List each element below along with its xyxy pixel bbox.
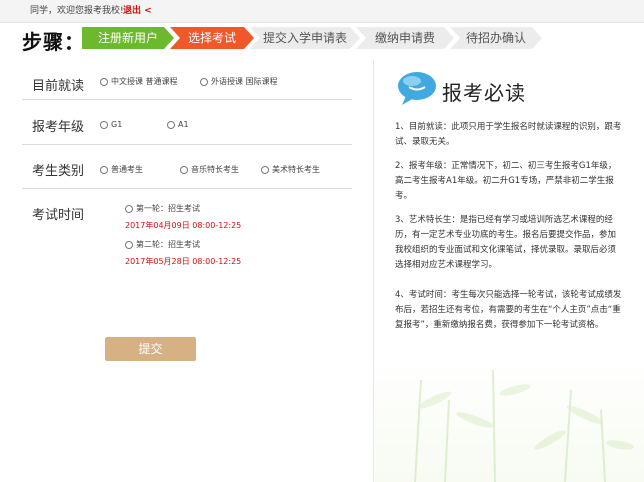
notice-panel: 报考必读 1、目前就读：此项只用于学生报名时就读课程的识别，跟考试、录取无关。 … — [375, 60, 644, 482]
category-label: 考生类别 — [32, 164, 85, 179]
radio-icon[interactable] — [180, 165, 188, 174]
course-option-foreign[interactable]: 外语授课 国际课程 — [200, 76, 278, 87]
radio-icon[interactable] — [100, 77, 108, 86]
speech-bubble-icon — [398, 72, 436, 105]
notice-item-3: 3、艺术特长生：是指已经有学习或培训所选艺术课程的经历，有一定艺术专业功底的考生… — [395, 215, 617, 270]
category-option-music[interactable]: 音乐特长考生 — [180, 164, 239, 175]
grade-option-g1[interactable]: G1 — [100, 120, 122, 129]
exam-time-label: 考试时间 — [32, 208, 85, 223]
submit-button[interactable]: 提交 — [105, 337, 196, 361]
steps-title: 步骤： — [22, 30, 85, 54]
radio-icon[interactable] — [167, 120, 175, 129]
exam-round-1-time: 2017年04月09日 08:00-12:25 — [125, 221, 242, 230]
radio-icon[interactable] — [125, 204, 133, 213]
divider — [22, 99, 352, 100]
exam-form: 目前就读 中文授课 普通课程 外语授课 国际课程 报考年级 G1 A1 考生类别… — [0, 56, 372, 482]
exam-round-1-option[interactable]: 第一轮：招生考试 — [125, 203, 200, 214]
notice-item-1: 1、目前就读：此项只用于学生报名时就读课程的识别，跟考试、录取无关。 — [395, 122, 622, 147]
grade-label: 报考年级 — [32, 120, 85, 135]
category-option-art[interactable]: 美术特长考生 — [261, 164, 320, 175]
divider — [22, 144, 352, 145]
radio-icon[interactable] — [100, 165, 108, 174]
course-option-chinese[interactable]: 中文授课 普通课程 — [100, 76, 178, 87]
notice-item-4: 4、考试时间：考生每次只能选择一轮考试，该轮考试成绩发布后，若招生还有考位，有需… — [395, 290, 622, 330]
radio-icon[interactable] — [261, 165, 269, 174]
exam-round-2-time: 2017年05月28日 08:00-12:25 — [125, 257, 242, 266]
step-admission-confirm: 待招办确认 — [450, 27, 542, 49]
notice-item-2: 2、报考年级：正常情况下，初二、初三考生报考G1年级，高二考生报考A1年级。初二… — [395, 161, 617, 201]
panel-divider — [373, 60, 374, 482]
course-label: 目前就读 — [32, 79, 85, 94]
top-bar: 同学，欢迎您报考我校! 退出 < — [0, 0, 644, 23]
category-option-regular[interactable]: 普通考生 — [100, 164, 143, 175]
radio-icon[interactable] — [100, 120, 108, 129]
radio-icon[interactable] — [200, 77, 208, 86]
greeting-text: 同学，欢迎您报考我校! — [30, 6, 124, 16]
grade-option-a1[interactable]: A1 — [167, 120, 189, 129]
bamboo-decoration-icon — [414, 369, 634, 482]
step-submit-application: 提交入学申请表 — [250, 27, 360, 49]
radio-icon[interactable] — [125, 240, 133, 249]
step-register: 注册新用户 — [82, 27, 174, 49]
step-pay-fee: 缴纳申请费 — [356, 27, 454, 49]
step-select-exam: 选择考试 — [170, 27, 254, 49]
exam-round-2-option[interactable]: 第二轮：招生考试 — [125, 239, 200, 250]
logout-link[interactable]: 退出 < — [123, 0, 152, 22]
divider — [22, 188, 352, 189]
notice-title: 报考必读 — [442, 81, 526, 105]
